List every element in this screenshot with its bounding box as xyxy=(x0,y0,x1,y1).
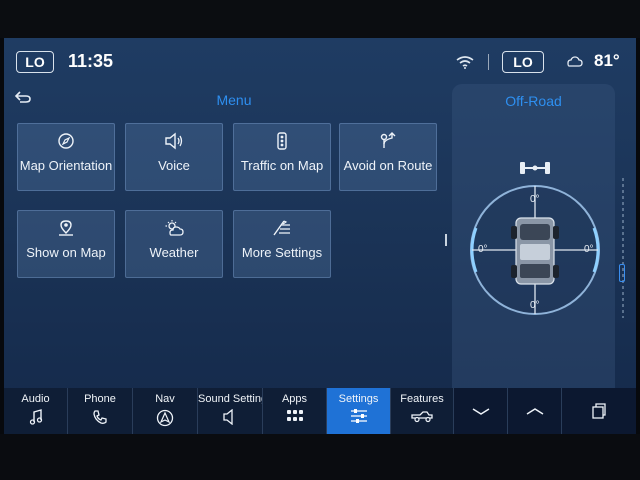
nav-label: Sound Settings xyxy=(198,393,262,405)
apps-grid-icon xyxy=(286,410,303,421)
nav-audio[interactable]: Audio xyxy=(4,388,68,434)
sliders-icon xyxy=(350,409,367,423)
panel-resize-handle[interactable] xyxy=(445,234,447,246)
nav-label: Features xyxy=(400,393,444,405)
clock: 11:35 xyxy=(68,51,114,71)
nav-phone[interactable]: Phone xyxy=(68,388,133,434)
nav-apps[interactable]: Apps xyxy=(263,388,327,434)
phone-icon xyxy=(93,410,107,424)
bottom-nav-bar: Audio Phone Nav Sound Settings xyxy=(4,388,636,434)
collapse-panel-button[interactable] xyxy=(454,388,508,434)
nav-settings[interactable]: Settings xyxy=(327,388,391,434)
status-bar: LO 11:35 LO 81° xyxy=(4,38,636,82)
tile-label: Traffic on Map xyxy=(240,158,324,173)
tile-label: Show on Map xyxy=(26,245,106,260)
roll-right-value: 0° xyxy=(584,244,594,255)
weather-tile[interactable]: Weather xyxy=(125,210,223,278)
tile-label: Voice xyxy=(158,158,190,173)
back-arrow-icon xyxy=(14,91,31,103)
map-orientation-tile[interactable]: Map Orientation xyxy=(17,123,115,191)
tile-label: Map Orientation xyxy=(19,158,113,173)
back-button[interactable] xyxy=(14,90,32,109)
off-road-title: Off-Road xyxy=(505,93,562,109)
off-road-panel: Off-Road 0° 0° 0° 0° xyxy=(452,84,615,388)
truck-icon xyxy=(511,217,559,285)
nav-label: Apps xyxy=(281,393,308,405)
speaker-icon xyxy=(165,132,183,150)
compass-icon xyxy=(58,133,74,149)
traffic-on-map-tile[interactable]: Traffic on Map xyxy=(233,123,331,191)
wifi-icon xyxy=(456,56,474,69)
chevron-up-icon xyxy=(526,408,543,415)
sun-cloud-icon xyxy=(165,220,184,236)
left-climate-temp[interactable]: LO xyxy=(16,51,54,73)
cards-button[interactable] xyxy=(562,388,636,434)
right-climate-temp[interactable]: LO xyxy=(502,51,544,73)
offroad-scroll-thumb[interactable] xyxy=(619,264,625,282)
nav-label: Nav xyxy=(155,393,175,405)
expand-panel-button[interactable] xyxy=(508,388,562,434)
nav-label: Phone xyxy=(84,393,116,405)
voice-tile[interactable]: Voice xyxy=(125,123,223,191)
status-divider xyxy=(488,54,489,70)
traffic-light-icon xyxy=(277,132,287,150)
chevron-down-icon xyxy=(472,408,489,415)
nav-navigation[interactable]: Nav xyxy=(133,388,198,434)
pitch-top-value: 0° xyxy=(530,194,540,205)
screen-bezel-bottom xyxy=(0,434,640,480)
more-settings-tile[interactable]: More Settings xyxy=(233,210,331,278)
tile-label: Weather xyxy=(149,245,199,260)
roll-left-value: 0° xyxy=(478,244,488,255)
page-title: Menu xyxy=(216,92,252,108)
infotainment-screen: LO 11:35 LO 81° Menu Map Orientation Voi… xyxy=(4,38,636,434)
nav-label: Audio xyxy=(21,393,50,405)
detour-icon xyxy=(380,132,396,148)
navigation-icon xyxy=(156,409,174,427)
settings-list-icon xyxy=(273,220,290,236)
nav-label: Settings xyxy=(338,393,379,405)
nav-sound-settings[interactable]: Sound Settings xyxy=(198,388,263,434)
screen-bezel-top xyxy=(0,0,640,38)
tile-label: More Settings xyxy=(241,245,323,260)
map-pin-icon xyxy=(59,220,73,236)
outside-temperature: 81° xyxy=(594,51,620,70)
truck-icon xyxy=(411,411,433,423)
axle-icon xyxy=(520,162,550,174)
pitch-bottom-value: 0° xyxy=(530,300,540,311)
offroad-scroll-track[interactable] xyxy=(621,178,625,318)
cards-icon xyxy=(592,403,606,419)
avoid-on-route-tile[interactable]: Avoid on Route xyxy=(339,123,437,191)
nav-features[interactable]: Features xyxy=(391,388,454,434)
show-on-map-tile[interactable]: Show on Map xyxy=(17,210,115,278)
music-note-icon xyxy=(29,409,42,425)
sun-cloud-icon xyxy=(567,56,583,67)
tile-label: Avoid on Route xyxy=(343,158,433,173)
speaker-icon xyxy=(223,409,233,425)
